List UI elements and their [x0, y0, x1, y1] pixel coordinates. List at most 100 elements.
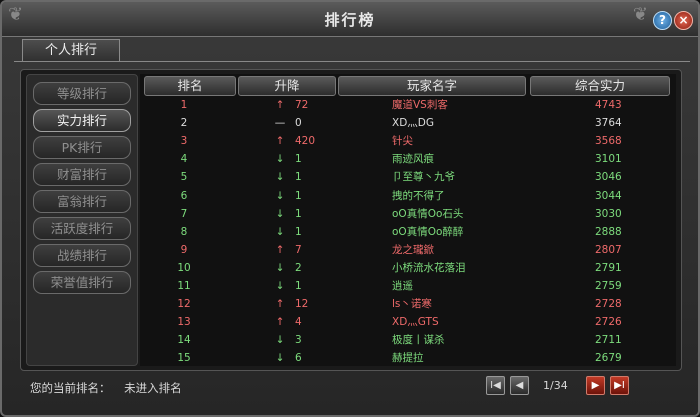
rank-cell: 1: [180, 99, 188, 111]
power-cell: 3568: [595, 135, 622, 148]
player-name-cell: 卩至尊丶九爷: [392, 171, 455, 184]
change-cell: 6: [295, 352, 302, 365]
help-button[interactable]: ?: [653, 11, 672, 30]
power-cell: 2728: [595, 298, 622, 311]
rank-cell: 4: [180, 153, 188, 166]
trend-arrow-icon: ↑: [275, 298, 285, 311]
power-cell: 2711: [595, 334, 622, 347]
table-row[interactable]: 5 ↓ 1 卩至尊丶九爷 3046: [140, 169, 676, 185]
ranking-window: ❦ 排行榜 ❦ ? × 个人排行 等级排行 实力排行 PK排行 财富排行 富翁排…: [0, 0, 700, 417]
table-row[interactable]: 15 ↓ 6 赫提拉 2679: [140, 350, 676, 366]
trend-arrow-icon: ↓: [275, 261, 285, 274]
power-cell: 3764: [595, 117, 622, 130]
table-row[interactable]: 3 ↑ 420 针尖 3568: [140, 133, 676, 149]
sidebar-item-rich[interactable]: 富翁排行: [33, 190, 131, 213]
sidebar-item-pk[interactable]: PK排行: [33, 136, 131, 159]
change-cell: 12: [295, 298, 309, 311]
table-row[interactable]: 11 ↓ 1 逍遥 2759: [140, 278, 676, 294]
current-rank-value: 未进入排名: [124, 381, 182, 395]
column-header-player-name[interactable]: 玩家名字: [338, 76, 526, 96]
rank-cell: 13: [177, 316, 191, 329]
rank-cell: 11: [177, 280, 191, 292]
trend-arrow-icon: ↓: [275, 153, 285, 166]
table-row[interactable]: 4 ↓ 1 雨迹风痕 3101: [140, 151, 676, 167]
change-cell: 1: [295, 171, 302, 184]
change-cell: 1: [295, 225, 302, 238]
power-cell: 3101: [595, 153, 622, 166]
change-cell: 3: [295, 334, 302, 347]
tab-personal-ranking[interactable]: 个人排行: [22, 39, 120, 62]
player-name-cell: oO真情Oo石头: [392, 207, 464, 220]
title-bar[interactable]: ❦ 排行榜 ❦ ? ×: [2, 2, 698, 37]
trend-arrow-icon: —: [274, 117, 286, 130]
trend-arrow-icon: ↑: [275, 243, 285, 256]
rank-cell: 7: [180, 207, 188, 220]
sidebar-item-wealth[interactable]: 财富排行: [33, 163, 131, 186]
sidebar-item-strength[interactable]: 实力排行: [33, 109, 131, 132]
ranking-category-sidebar: 等级排行 实力排行 PK排行 财富排行 富翁排行 活跃度排行 战绩排行 荣誉值排…: [26, 74, 138, 366]
rank-cell: 15: [177, 352, 191, 365]
rank-cell: 3: [180, 135, 188, 148]
table-row[interactable]: 14 ↓ 3 极度丨谋杀 2711: [140, 332, 676, 348]
power-cell: 2807: [595, 243, 622, 256]
power-cell: 2791: [595, 261, 622, 274]
player-name-cell: ls丶诺寒: [392, 298, 432, 311]
last-page-button[interactable]: ▶I: [610, 376, 629, 395]
prev-page-button[interactable]: ◀: [510, 376, 529, 395]
trend-arrow-icon: ↓: [275, 189, 285, 202]
table-row[interactable]: 7 ↓ 1 oO真情Oo石头 3030: [140, 206, 676, 222]
table-row[interactable]: 8 ↓ 1 oO真情Oo醉醉 2888: [140, 224, 676, 240]
power-cell: 2679: [595, 352, 622, 365]
first-page-button[interactable]: I◀: [486, 376, 505, 395]
sidebar-item-activity[interactable]: 活跃度排行: [33, 217, 131, 240]
change-cell: 420: [295, 135, 316, 148]
table-row[interactable]: 6 ↓ 1 拽的不得了 3044: [140, 188, 676, 204]
trend-arrow-icon: ↑: [275, 316, 285, 329]
ornament-right: ❦: [632, 4, 648, 25]
player-name-cell: 赫提拉: [392, 352, 424, 365]
change-cell: 1: [295, 189, 302, 202]
trend-arrow-icon: ↓: [275, 225, 285, 238]
power-cell: 4743: [595, 99, 622, 111]
change-cell: 1: [295, 153, 302, 166]
change-cell: 0: [295, 117, 302, 130]
player-name-cell: 拽的不得了: [392, 189, 445, 202]
column-header-rank[interactable]: 排名: [144, 76, 236, 96]
player-name-cell: 小桥流水花落泪: [392, 261, 466, 274]
power-cell: 3046: [595, 171, 622, 184]
rank-cell: 5: [180, 171, 188, 184]
power-cell: 2888: [595, 225, 622, 238]
close-button[interactable]: ×: [674, 11, 693, 30]
trend-arrow-icon: ↑: [275, 99, 285, 111]
player-name-cell: oO真情Oo醉醉: [392, 225, 464, 238]
table-row[interactable]: 1 ↑ 72 魔道VS刺客 4743: [140, 97, 676, 113]
rank-cell: 9: [180, 243, 188, 256]
rank-cell: 10: [177, 261, 191, 274]
sidebar-item-level[interactable]: 等级排行: [33, 82, 131, 105]
player-name-cell: XD灬DG: [392, 117, 434, 130]
player-name-cell: 针尖: [392, 135, 413, 148]
change-cell: 1: [295, 280, 302, 292]
table-row[interactable]: 2 — 0 XD灬DG 3764: [140, 115, 676, 131]
next-page-button[interactable]: ▶: [586, 376, 605, 395]
table-row[interactable]: 9 ↑ 7 龙之瓏鍁 2807: [140, 242, 676, 258]
player-name-cell: 逍遥: [392, 280, 413, 292]
power-cell: 2759: [595, 280, 622, 292]
column-header-change[interactable]: 升降: [238, 76, 336, 96]
trend-arrow-icon: ↑: [275, 135, 285, 148]
sidebar-item-honor[interactable]: 荣誉值排行: [33, 271, 131, 294]
trend-arrow-icon: ↓: [275, 334, 285, 347]
table-row[interactable]: 13 ↑ 4 XD灬GTS 2726: [140, 314, 676, 330]
change-cell: 72: [295, 99, 309, 111]
trend-arrow-icon: ↓: [275, 352, 285, 365]
power-cell: 3044: [595, 189, 622, 202]
tab-divider: [14, 61, 690, 62]
table-row[interactable]: 10 ↓ 2 小桥流水花落泪 2791: [140, 260, 676, 276]
rank-cell: 14: [177, 334, 191, 347]
current-rank-label: 您的当前排名：: [30, 381, 111, 395]
change-cell: 1: [295, 207, 302, 220]
sidebar-item-battle[interactable]: 战绩排行: [33, 244, 131, 267]
player-name-cell: XD灬GTS: [392, 316, 439, 329]
column-header-power[interactable]: 综合实力: [530, 76, 670, 96]
table-row[interactable]: 12 ↑ 12 ls丶诺寒 2728: [140, 296, 676, 312]
